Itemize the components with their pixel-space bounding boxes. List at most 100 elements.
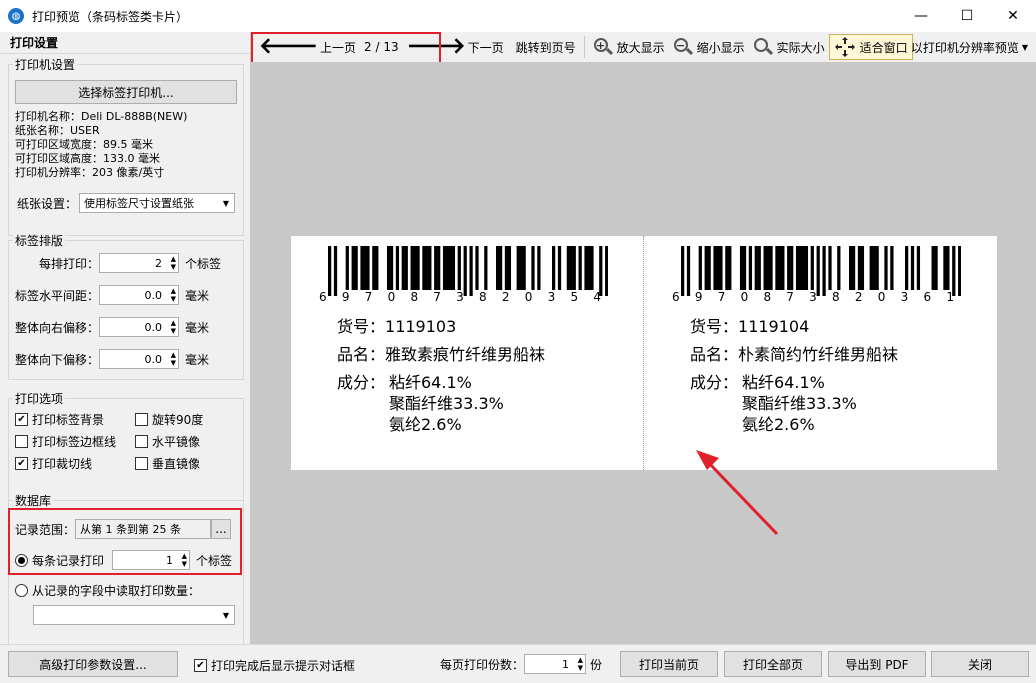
barcode-bar xyxy=(434,246,438,290)
barcode-bar xyxy=(484,246,488,290)
barcode-bar xyxy=(587,246,591,290)
select-printer-button[interactable]: 选择标签打印机... xyxy=(15,80,237,104)
h-mirror-option[interactable]: 水平镜像 xyxy=(135,433,200,450)
offset-right-unit: 毫米 xyxy=(185,320,210,335)
h-spacing-spinner[interactable]: 0.0 ▲ ▼ xyxy=(99,285,179,305)
barcode-bar xyxy=(590,246,594,290)
barcode-bar xyxy=(569,246,573,290)
barcode-bar xyxy=(810,246,814,290)
barcode-bar xyxy=(857,246,862,290)
copies-spinner[interactable]: 1 ▲ ▼ xyxy=(524,654,587,674)
close-button[interactable]: 关闭 xyxy=(931,651,1029,677)
v-mirror-option[interactable]: 垂直镜像 xyxy=(135,455,200,472)
barcode-bar xyxy=(775,246,779,290)
barcode-bar xyxy=(445,246,450,290)
chevron-down-icon: ▼ xyxy=(1021,42,1028,52)
barcode-bar xyxy=(769,246,773,290)
print-border-option[interactable]: 打印标签边框线 xyxy=(15,433,116,450)
actual-size-button[interactable]: 实际大小 xyxy=(749,34,829,60)
checkbox-checked-icon[interactable]: ✔ xyxy=(194,659,207,672)
barcode-bar xyxy=(389,246,394,290)
barcode-bar xyxy=(363,246,367,290)
copies-unit: 份 xyxy=(590,657,603,672)
barcode-image xyxy=(328,246,608,296)
barcode-bar xyxy=(366,246,370,290)
barcode-bar xyxy=(934,246,938,290)
spinner-arrows-icon[interactable]: ▲ ▼ xyxy=(578,656,583,672)
barcode-bar xyxy=(498,246,503,290)
print-current-button[interactable]: 打印当前页 xyxy=(620,651,718,677)
radio-icon[interactable] xyxy=(15,584,28,597)
zoom-out-button[interactable]: − 缩小显示 xyxy=(669,34,749,60)
barcode-bar xyxy=(448,246,453,290)
resolution-preview-dropdown[interactable]: 以打印机分辨率预览 ▼ xyxy=(907,34,1032,60)
checkbox-icon[interactable] xyxy=(135,457,148,470)
close-window-button[interactable]: ✕ xyxy=(990,0,1036,32)
barcode-bar xyxy=(386,246,391,290)
actual-size-icon xyxy=(753,37,773,57)
spinner-arrows-icon[interactable]: ▲ ▼ xyxy=(171,319,176,335)
barcode-digits: 6970873820361 xyxy=(672,290,954,304)
barcode-bar xyxy=(566,246,570,290)
barcode-bar xyxy=(437,246,441,290)
barcode-bar xyxy=(516,246,520,290)
fit-window-button[interactable]: 适合窗口 xyxy=(828,34,913,60)
spinner-arrows-icon[interactable]: ▲ ▼ xyxy=(171,255,176,271)
barcode-bar xyxy=(916,246,921,290)
offset-right-setting: 整体向右偏移： 0.0 ▲ ▼ 毫米 xyxy=(9,317,245,337)
barcode-bar xyxy=(416,246,420,290)
jump-page-button[interactable]: 跳转到页号 xyxy=(512,34,580,60)
minimize-button[interactable]: — xyxy=(898,0,944,32)
zoom-in-button[interactable]: + 放大显示 xyxy=(589,34,669,60)
advanced-settings-button[interactable]: 高级打印参数设置... xyxy=(8,651,178,677)
spinner-arrows-icon[interactable]: ▲ ▼ xyxy=(171,351,176,367)
barcode-bar xyxy=(742,246,747,290)
checkbox-icon[interactable] xyxy=(15,435,28,448)
barcode-bar xyxy=(795,246,800,290)
barcode-bar xyxy=(584,246,588,290)
zoom-in-icon: + xyxy=(593,37,613,57)
offset-down-label: 整体向下偏移： xyxy=(14,352,99,367)
maximize-button[interactable]: ☐ xyxy=(944,0,990,32)
field-select[interactable]: ▼ xyxy=(33,605,235,625)
from-field-row[interactable]: 从记录的字段中读取打印数量： xyxy=(15,582,200,599)
offset-right-spinner[interactable]: 0.0 ▲ ▼ xyxy=(99,317,179,337)
barcode-bar xyxy=(728,246,732,290)
barcode-bar xyxy=(372,246,376,290)
barcode-bar xyxy=(552,246,556,290)
checkbox-icon[interactable] xyxy=(135,435,148,448)
print-all-button[interactable]: 打印全部页 xyxy=(724,651,822,677)
print-cutline-option[interactable]: ✔ 打印裁切线 xyxy=(15,455,92,472)
export-pdf-button[interactable]: 导出到 PDF xyxy=(828,651,926,677)
composition-label: 成分： xyxy=(690,373,739,392)
barcode-bar xyxy=(719,246,723,290)
show-dialog-option[interactable]: ✔ 打印完成后显示提示对话框 xyxy=(194,657,355,674)
checkbox-icon[interactable] xyxy=(135,413,148,426)
label-layout-group: 标签排版 每排打印： 2 ▲ ▼ 个标签 标签水平间距： 0.0 ▲ ▼ 毫米 整体向右… xyxy=(8,232,245,380)
barcode-bar xyxy=(442,246,447,290)
barcode-bar xyxy=(333,246,338,296)
paper-setting-select[interactable]: 使用标签尺寸设置纸张 ▼ xyxy=(79,193,236,213)
printer-resolution: 打印机分辨率：203 像素/英寸 xyxy=(15,166,165,179)
printer-info: 打印机名称：Deli DL-888B(NEW) 纸张名称：USER 可打印区域宽… xyxy=(15,110,187,180)
checkbox-checked-icon[interactable]: ✔ xyxy=(15,457,28,470)
barcode-bar xyxy=(837,246,841,290)
barcode-bar xyxy=(519,246,523,290)
spinner-arrows-icon[interactable]: ▲ ▼ xyxy=(171,287,176,303)
barcode-bar xyxy=(428,246,432,290)
barcode-bar xyxy=(849,246,853,290)
barcode-bar xyxy=(766,246,770,290)
barcode-bar xyxy=(451,246,456,290)
per-row-spinner[interactable]: 2 ▲ ▼ xyxy=(99,253,179,273)
offset-right-label: 整体向右偏移： xyxy=(14,320,99,335)
barcode-bar xyxy=(952,246,956,296)
rotate-90-option[interactable]: 旋转90度 xyxy=(135,411,203,428)
barcode-bar xyxy=(360,246,364,290)
barcode-bar xyxy=(681,246,685,296)
print-background-option[interactable]: ✔ 打印标签背景 xyxy=(15,411,104,428)
barcode-bar xyxy=(910,246,915,290)
barcode-bar xyxy=(781,246,785,290)
preview-area[interactable]: 6970873820354 货号：1119103 品名：雅致素痕竹纤维男船袜 成… xyxy=(251,62,1036,644)
checkbox-checked-icon[interactable]: ✔ xyxy=(15,413,28,426)
offset-down-spinner[interactable]: 0.0 ▲ ▼ xyxy=(99,349,179,369)
